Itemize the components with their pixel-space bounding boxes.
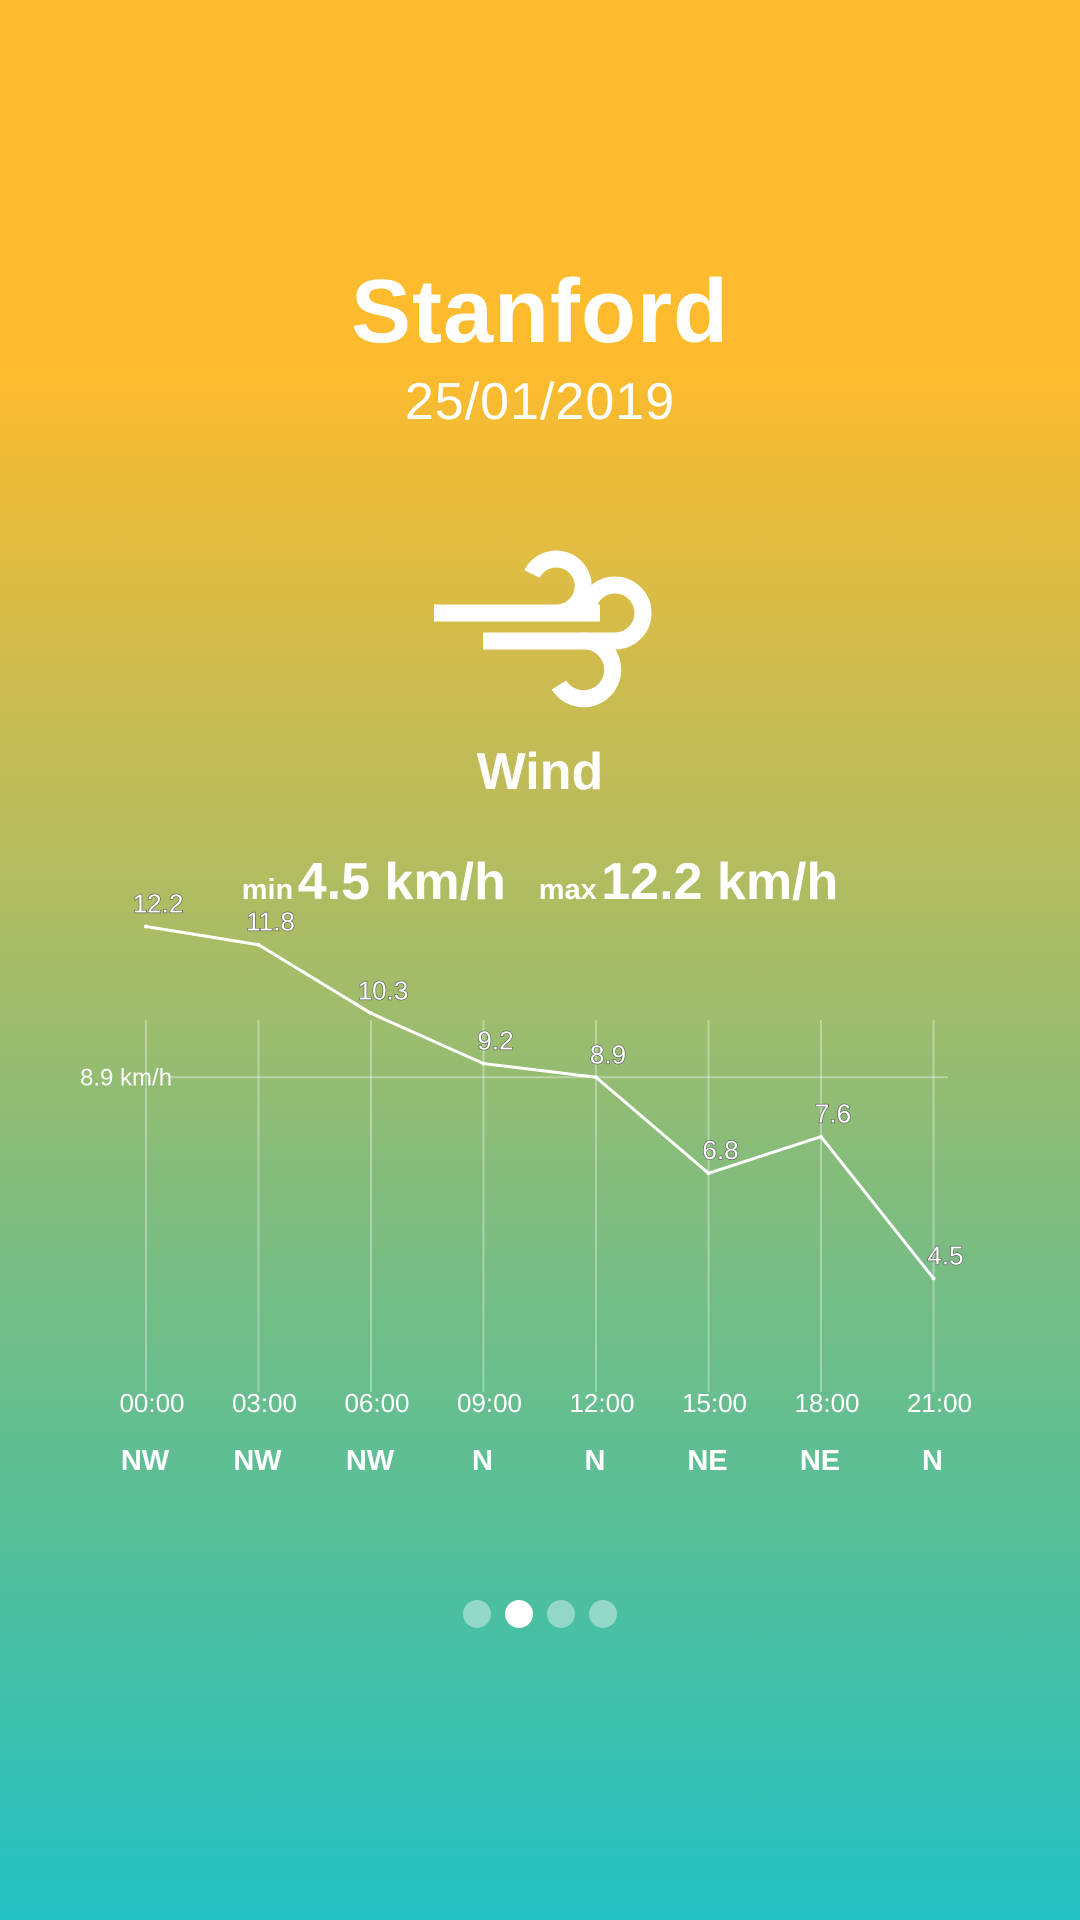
- chart-data-label: 10.3: [358, 975, 409, 1005]
- wind-direction-label: NE: [687, 1445, 727, 1477]
- chart-x-tick-label: 06:00: [344, 1388, 409, 1418]
- chart-point: [369, 1011, 373, 1016]
- chart-x-tick-label: 21:00: [907, 1388, 972, 1418]
- wind-direction-label: NW: [121, 1445, 170, 1477]
- wind-direction-label: NE: [800, 1445, 840, 1477]
- chart-x-tick-label: 00:00: [119, 1388, 184, 1418]
- page-dot[interactable]: [547, 1600, 575, 1628]
- chart-point: [481, 1061, 486, 1066]
- chart-x-tick-label: 03:00: [232, 1388, 297, 1418]
- chart-average-label: 8.9 km/h: [80, 1064, 172, 1091]
- wind-direction-label: N: [922, 1445, 943, 1477]
- chart-point: [594, 1075, 598, 1080]
- chart-point: [706, 1171, 711, 1176]
- chart-x-tick-label: 15:00: [682, 1388, 747, 1418]
- chart-data-label: 11.8: [246, 907, 295, 937]
- page-dot[interactable]: [589, 1600, 617, 1628]
- chart-point: [256, 942, 261, 947]
- wind-direction-label: NW: [233, 1445, 282, 1477]
- chart-data-label: 4.5: [927, 1240, 963, 1270]
- chart-x-tick-label: 09:00: [457, 1388, 522, 1418]
- chart-data-label: 8.9: [590, 1039, 626, 1069]
- chart-data-label: 12.2: [133, 888, 184, 918]
- page-indicator[interactable]: [0, 1600, 1080, 1628]
- chart-point: [819, 1134, 823, 1139]
- chart-data-label: 6.8: [702, 1135, 738, 1165]
- chart-point: [931, 1276, 936, 1281]
- chart-data-label: 9.2: [477, 1026, 513, 1056]
- wind-direction-label: N: [472, 1445, 493, 1477]
- chart-x-tick-label: 18:00: [794, 1388, 859, 1418]
- page-dot[interactable]: [505, 1600, 533, 1628]
- wind-speed-chart: 8.9 km/h 12.2 11.8 10.3 9.2 8.9 6.8 7.6 4.5 00:00…: [80, 888, 972, 1477]
- page-dot[interactable]: [463, 1600, 491, 1628]
- chart-point: [144, 924, 148, 929]
- chart-data-label: 7.6: [815, 1099, 851, 1129]
- wind-direction-label: NW: [346, 1445, 395, 1477]
- wind-direction-label: N: [585, 1445, 606, 1477]
- chart-x-tick-label: 12:00: [569, 1388, 634, 1418]
